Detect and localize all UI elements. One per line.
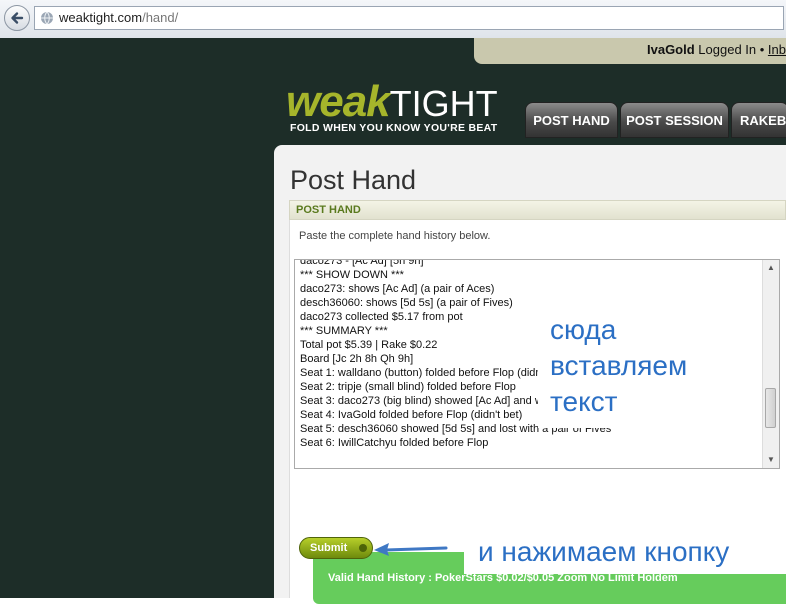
back-button[interactable] <box>4 5 30 31</box>
paste-annotation: сюда вставляем текст <box>538 312 720 428</box>
press-annotation-text: и нажимаем кнопку <box>478 536 730 567</box>
box-header: POST HAND <box>289 200 786 220</box>
paste-annotation-line-2: вставляем <box>550 350 688 381</box>
address-bar[interactable]: weaktight.com/hand/ <box>34 6 784 30</box>
url-path: /hand/ <box>142 10 179 25</box>
hand-history-line: *** SHOW DOWN *** <box>300 269 404 281</box>
hand-history-line: desch36060: shows [5d 5s] (a pair of Fiv… <box>300 297 513 309</box>
url-host: weaktight.com <box>59 10 143 25</box>
login-status: Logged In • <box>694 42 768 57</box>
url-text: weaktight.com/hand/ <box>59 7 178 29</box>
hand-history-line: daco273: shows [Ac Ad] (a pair of Aces) <box>300 283 495 295</box>
scroll-thumb[interactable] <box>765 388 776 428</box>
globe-icon <box>41 11 53 25</box>
paste-annotation-line-1: сюда <box>550 314 617 345</box>
logo-wordmark: weakTIGHT <box>286 80 498 126</box>
tab-post-session[interactable]: POST SESSION <box>620 102 729 138</box>
scroll-up-icon[interactable]: ▲ <box>763 260 779 276</box>
logo-weak: weak <box>286 77 391 126</box>
instructions-text: Paste the complete hand history below. <box>299 230 491 242</box>
inbox-link[interactable]: Inb <box>768 42 786 57</box>
scroll-down-icon[interactable]: ▼ <box>763 452 779 468</box>
tab-post-hand[interactable]: POST HAND <box>525 102 618 138</box>
tab-rakeback[interactable]: RAKEB <box>731 102 786 138</box>
logo-tagline: FOLD WHEN YOU KNOW YOU'RE BEAT <box>290 122 498 134</box>
submit-knob-icon <box>359 544 367 552</box>
login-strip: IvaGold Logged In • Inb <box>474 38 786 64</box>
press-annotation: и нажимаем кнопку <box>464 528 786 574</box>
paste-annotation-line-3: текст <box>550 386 618 417</box>
textarea-scrollbar[interactable]: ▲ ▼ <box>762 260 779 468</box>
login-username: IvaGold <box>647 42 695 57</box>
back-arrow-icon <box>11 12 24 24</box>
hand-history-line: daco273 - [Ac Ad] [5h 9h] <box>300 259 424 267</box>
hand-history-line: Seat 6: IwillCatchyu folded before Flop <box>300 437 489 449</box>
page-title: Post Hand <box>290 165 417 195</box>
browser-toolbar: weaktight.com/hand/ <box>0 0 786 39</box>
site-logo[interactable]: weakTIGHT FOLD WHEN YOU KNOW YOU'RE BEAT <box>284 80 514 140</box>
pointer-arrow-icon <box>374 543 448 556</box>
submit-label: Submit <box>310 542 348 554</box>
submit-button[interactable]: Submit <box>299 537 373 559</box>
logo-tight: TIGHT <box>389 83 498 124</box>
